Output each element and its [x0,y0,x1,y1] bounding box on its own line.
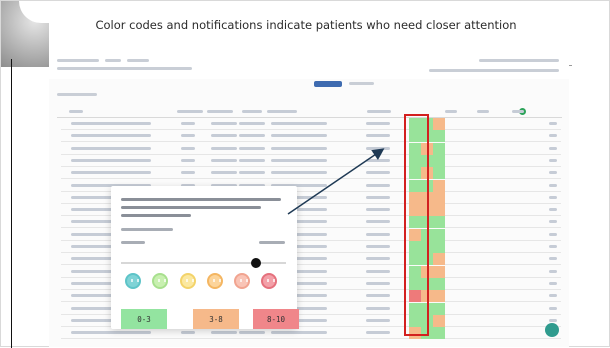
nav-item[interactable] [127,59,149,62]
legend-low: 0-3 [121,309,167,329]
legend-high: 8-10 [253,309,299,329]
face-happy-icon[interactable] [152,273,168,289]
face-very-sad-icon[interactable] [261,273,277,289]
slide: Color codes and notifications indicate p… [0,0,610,348]
status-cell [433,192,445,204]
status-cell [433,253,445,265]
rating-slider-handle[interactable] [251,258,261,268]
face-unhappy-icon[interactable] [207,273,223,289]
corner-decoration [1,1,51,67]
status-cell [433,327,445,339]
nav-item[interactable] [105,59,121,62]
table-row[interactable] [61,118,561,130]
status-cell [433,167,445,179]
status-column-highlight [404,114,429,336]
status-cell [433,216,445,228]
section-label [57,93,97,96]
table-row[interactable] [61,143,561,155]
status-cell [433,130,445,142]
rating-slider-track[interactable] [121,262,286,264]
app-logo [57,59,99,62]
toolbar-item[interactable] [349,82,374,85]
table-row[interactable] [61,155,561,167]
legend-mid: 3-8 [193,309,239,329]
table-header [57,105,562,118]
status-cell [433,143,445,155]
slide-heading: Color codes and notifications indicate p… [95,18,517,32]
feedback-popup [111,186,297,329]
status-cell [433,155,445,167]
popup-question-line [121,206,261,209]
status-cell [433,315,445,327]
status-cell [433,266,445,278]
scale-min-label [121,241,145,244]
status-cell [433,204,445,216]
status-cell [433,303,445,315]
help-chat-button[interactable] [545,323,559,337]
table-row[interactable] [61,167,561,179]
app-header [49,49,569,79]
primary-action-button[interactable] [314,81,342,87]
face-very-happy-icon[interactable] [125,273,141,289]
status-cell [433,180,445,192]
header-filters[interactable] [429,69,559,72]
table-row[interactable] [61,130,561,142]
face-neutral-icon[interactable] [180,273,196,289]
status-cell [433,229,445,241]
left-divider [11,59,12,348]
status-cell [433,118,445,130]
header-actions[interactable] [479,59,559,62]
nav-tabs[interactable] [57,67,192,70]
status-cell [433,290,445,302]
popup-hint [121,228,173,231]
face-sad-icon[interactable] [234,273,250,289]
status-cell [433,278,445,290]
scale-max-label [259,241,285,244]
popup-question-line [121,198,281,201]
popup-question-line [121,214,191,217]
status-cell [433,241,445,253]
